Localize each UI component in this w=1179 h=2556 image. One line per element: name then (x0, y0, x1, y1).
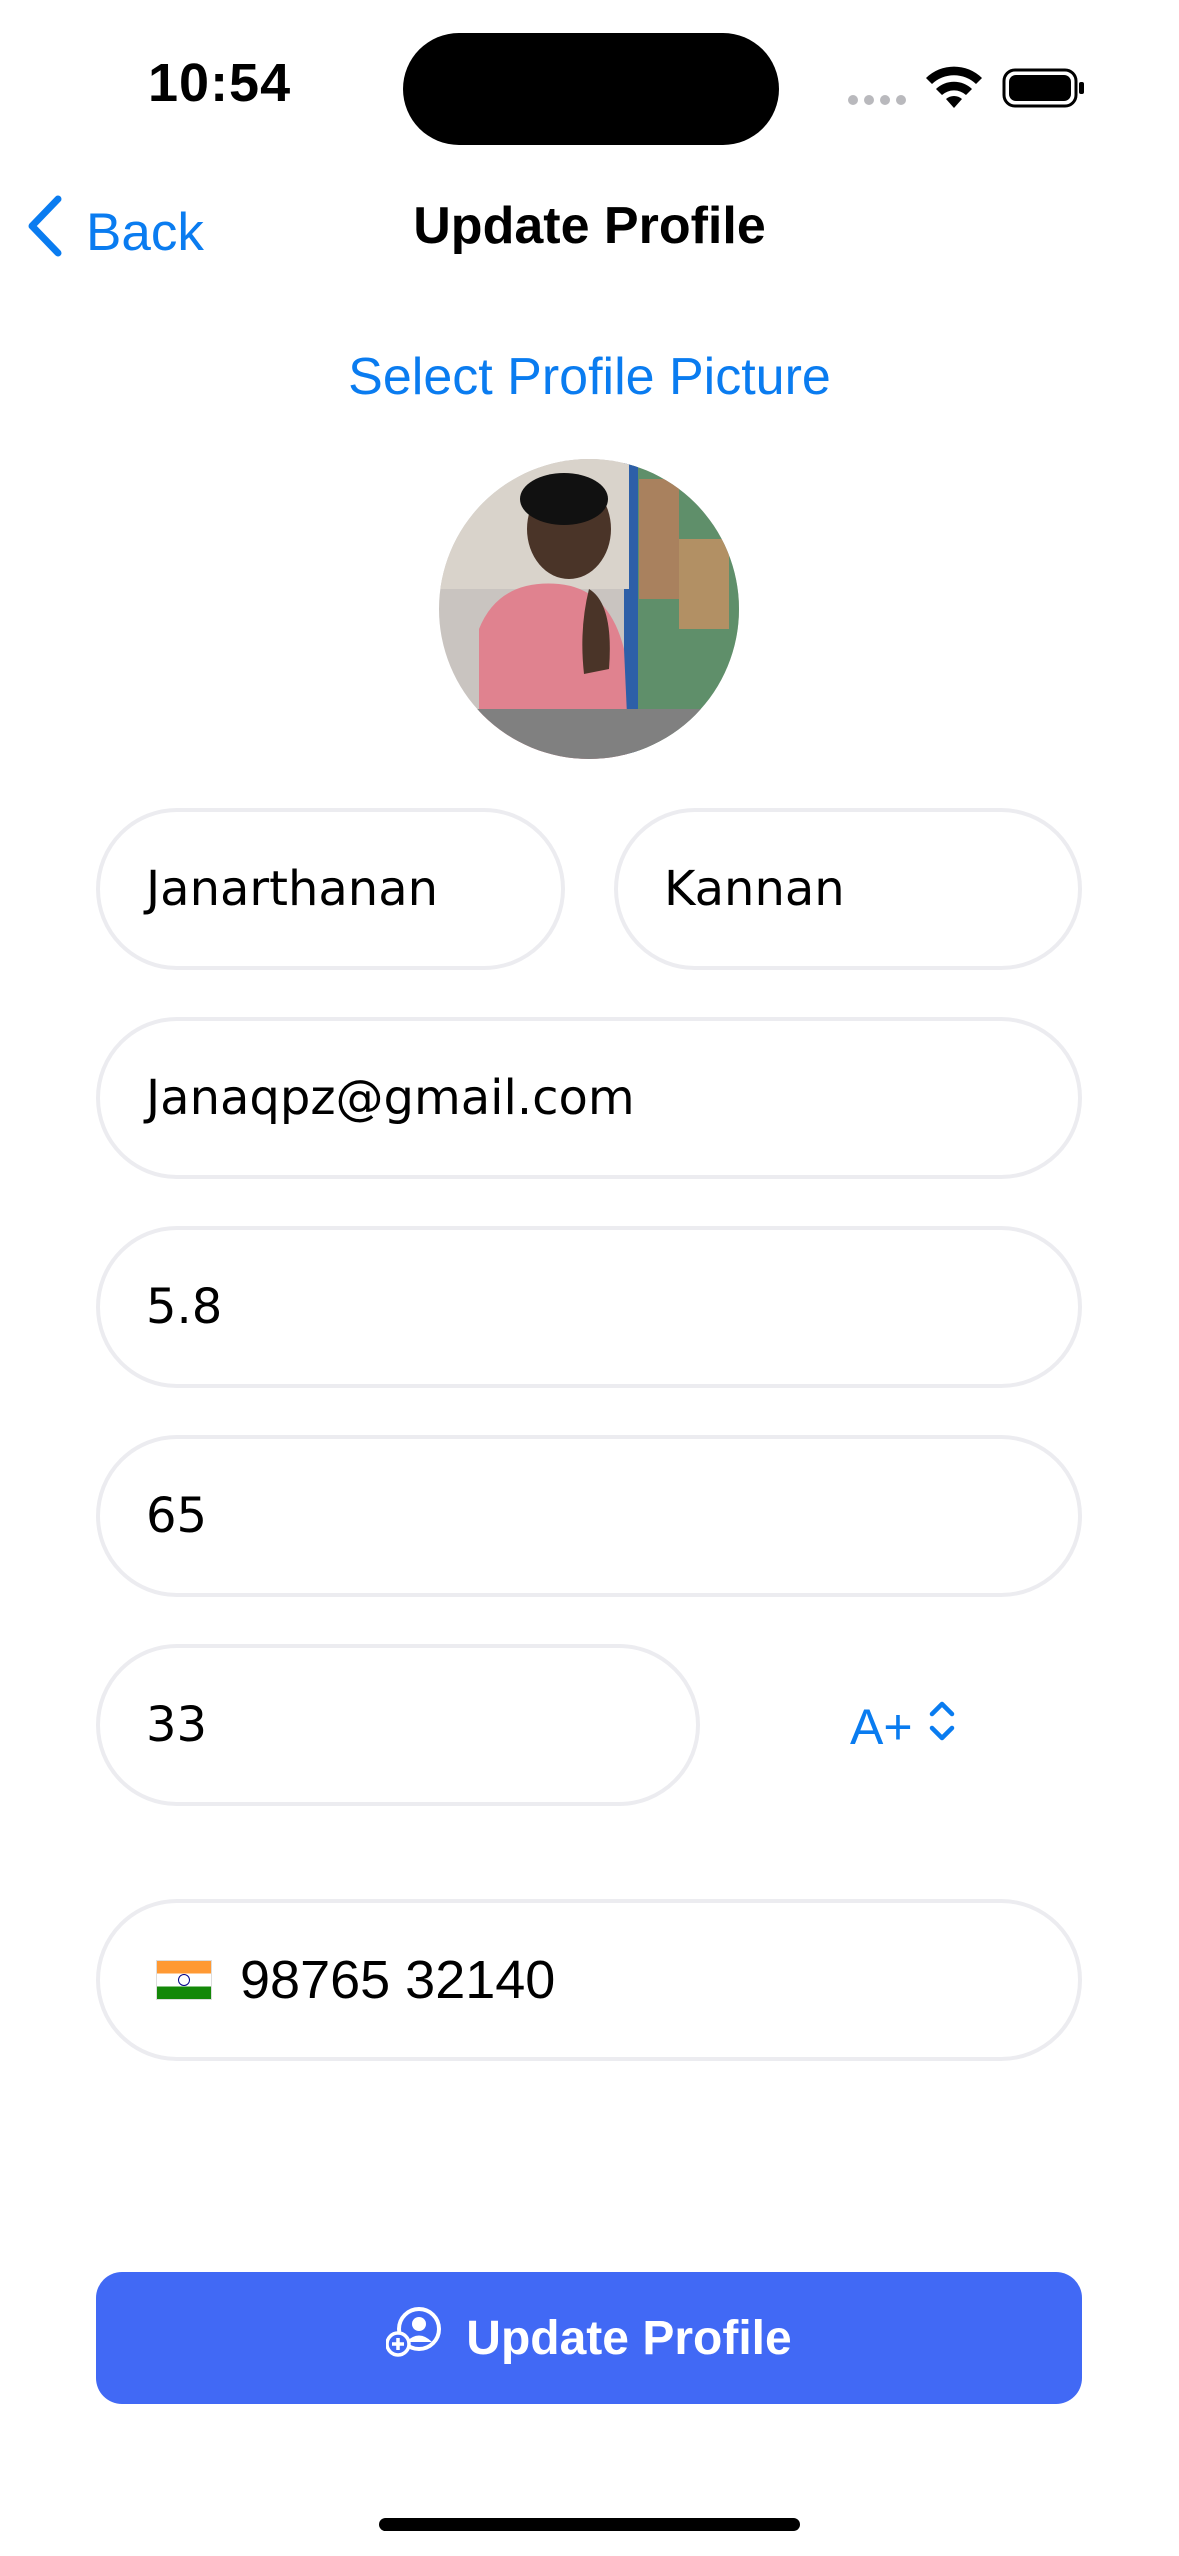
email-value: Janaqpz@gmail.com (146, 1070, 635, 1126)
home-indicator[interactable] (379, 2518, 800, 2531)
age-value: 33 (146, 1697, 208, 1753)
select-profile-picture-button[interactable]: Select Profile Picture (0, 347, 1179, 407)
wifi-icon (924, 64, 984, 115)
first-name-value: Janarthanan (146, 861, 439, 917)
height-field[interactable]: 5.8 (96, 1226, 1082, 1388)
blood-group-value: A+ (850, 1699, 913, 1755)
update-profile-button[interactable]: Update Profile (96, 2272, 1082, 2404)
cellular-signal-icon (848, 95, 906, 105)
update-profile-label: Update Profile (466, 2311, 792, 2365)
last-name-field[interactable]: Kannan (614, 808, 1082, 970)
india-flag-icon[interactable] (156, 1960, 212, 2000)
dynamic-island (403, 33, 779, 145)
avatar[interactable] (439, 459, 739, 759)
battery-icon (1002, 68, 1086, 113)
age-field[interactable]: 33 (96, 1644, 700, 1806)
status-time: 10:54 (148, 53, 292, 113)
phone-value: 98765 32140 (240, 1950, 556, 2010)
chevron-left-icon (24, 195, 64, 270)
phone-field[interactable]: 98765 32140 (96, 1899, 1082, 2061)
back-label: Back (86, 203, 204, 262)
weight-value: 65 (146, 1488, 208, 1544)
back-button[interactable]: Back (24, 195, 204, 270)
blood-group-picker[interactable]: A+ (850, 1698, 957, 1756)
height-value: 5.8 (146, 1279, 223, 1335)
chevron-up-down-icon (927, 1698, 957, 1756)
email-field[interactable]: Janaqpz@gmail.com (96, 1017, 1082, 1179)
first-name-field[interactable]: Janarthanan (96, 808, 565, 970)
last-name-value: Kannan (664, 861, 845, 917)
weight-field[interactable]: 65 (96, 1435, 1082, 1597)
person-add-icon (385, 2307, 444, 2369)
